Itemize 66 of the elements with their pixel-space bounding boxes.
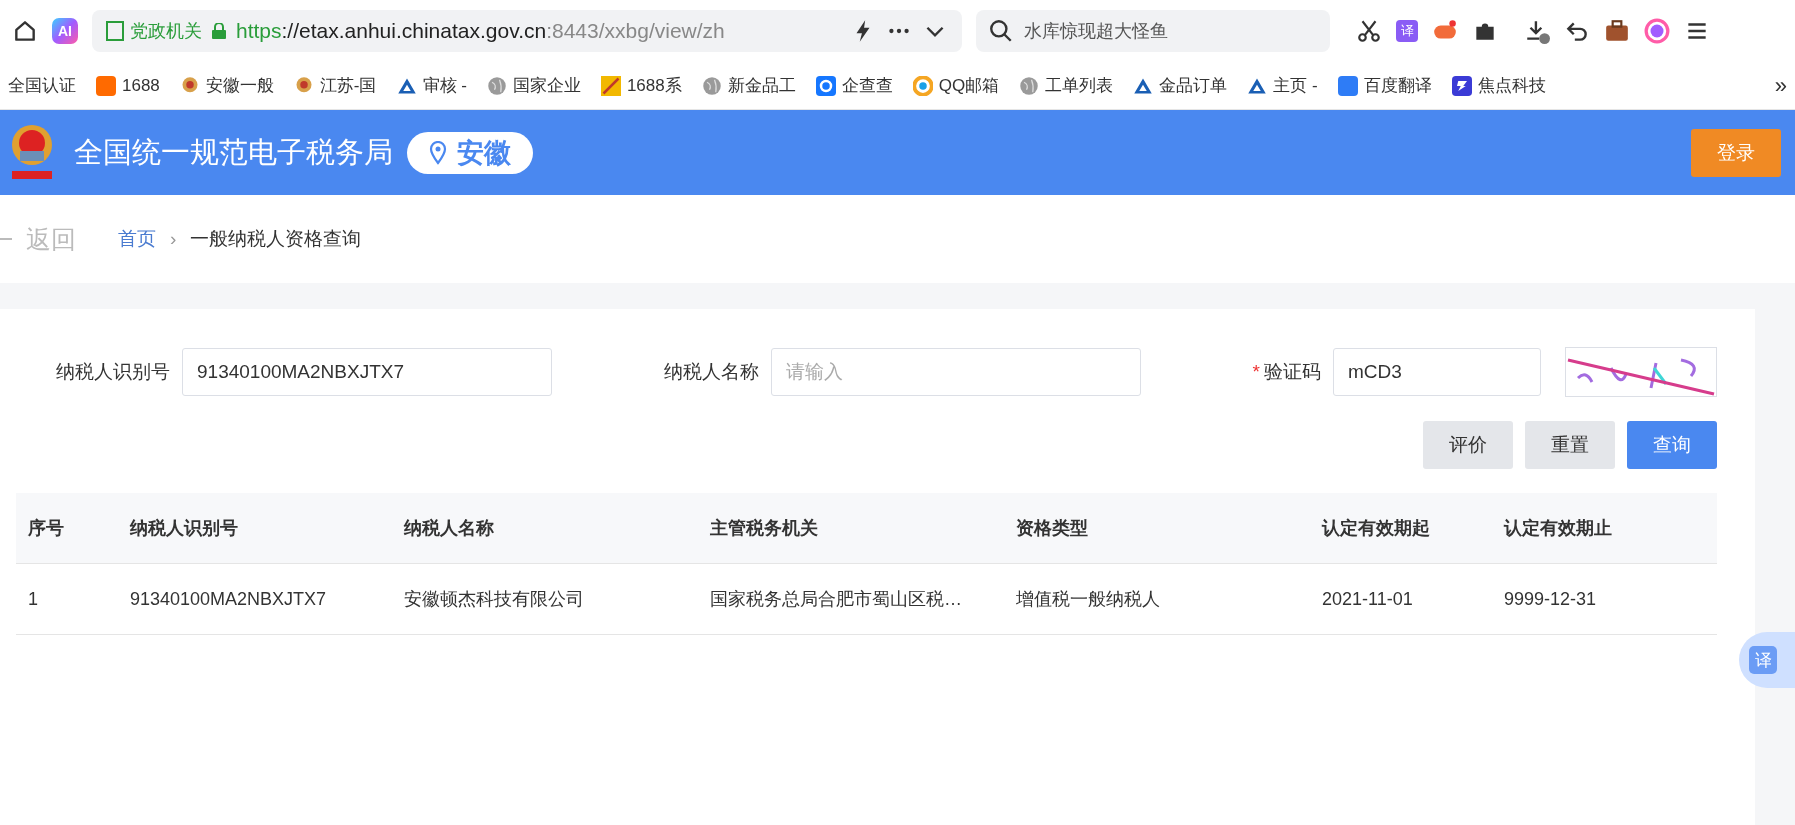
lock-icon — [212, 23, 226, 39]
column-header: 认定有效期起 — [1310, 493, 1492, 564]
bookmark-link[interactable]: 金品订单 — [1159, 74, 1228, 97]
briefcase-icon[interactable] — [1604, 18, 1630, 44]
bookmark-link[interactable]: 焦点科技 — [1477, 74, 1546, 97]
bookmark-icon — [1451, 75, 1472, 96]
home-link[interactable]: 首页 — [118, 226, 156, 252]
column-header: 纳税人名称 — [392, 493, 698, 564]
bookmark-link[interactable]: 1688 — [122, 75, 160, 96]
input-field[interactable]: 91340100MA2NBXJTX7 — [182, 348, 552, 396]
field-label: 纳税人识别号 — [56, 360, 170, 384]
table-cell: 增值税一般纳税人 — [1004, 563, 1310, 635]
ai-assistant-icon[interactable] — [1644, 18, 1670, 44]
bookmark-icon — [96, 75, 116, 96]
column-header: 主管税务机关 — [698, 493, 1004, 564]
translate-button[interactable]: 译 — [1396, 20, 1418, 42]
column-header: 纳税人识别号 — [118, 493, 392, 564]
globe-icon — [1019, 75, 1040, 96]
bookmark-link[interactable]: 审核 - — [422, 74, 467, 97]
search-text: 水库惊现超大怪鱼 — [1024, 20, 1168, 43]
flag-icon — [600, 75, 621, 96]
bookmark-link[interactable]: 百度翻译 — [1363, 74, 1432, 97]
search-field[interactable]: 水库惊现超大怪鱼 — [976, 10, 1330, 52]
bookmark-link[interactable]: QQ邮箱 — [938, 74, 1000, 97]
captcha-image[interactable] — [1565, 347, 1717, 397]
table-cell: 安徽顿杰科技有限公司 — [392, 563, 698, 635]
location-pin-icon — [429, 140, 447, 165]
bookmark-link[interactable]: 全国认证 — [8, 74, 76, 97]
globe-icon — [701, 75, 722, 96]
current-page: 一般纳税人资格查询 — [190, 227, 362, 251]
globe-icon — [486, 75, 507, 96]
input-field[interactable]: mCD3 — [1333, 348, 1541, 396]
input-field[interactable]: 请输入 — [770, 348, 1141, 396]
column-header: 序号 — [16, 493, 118, 564]
bookmark-link[interactable]: 主页 - — [1273, 74, 1318, 97]
action-button[interactable]: 评价 — [1423, 421, 1513, 469]
bookmark-link[interactable]: 新金品工 — [727, 74, 796, 97]
bookmark-icon — [912, 75, 933, 96]
bookmark-link[interactable]: 国家企业 — [512, 74, 581, 97]
table-cell: 9999-12-31 — [1492, 563, 1717, 635]
site-title: 全国统一规范电子税务局 — [74, 134, 393, 170]
bookmark-link[interactable]: 1688系 — [626, 74, 682, 97]
table-cell: 2021-11-01 — [1310, 563, 1492, 635]
more-bookmarks-button[interactable]: » — [1774, 72, 1787, 99]
bookmark-link[interactable]: 江苏-国 — [319, 74, 377, 97]
site-tag: 党政机关 — [130, 19, 202, 43]
breadcrumb-separator: › — [170, 228, 177, 250]
search-icon — [988, 18, 1014, 44]
table-cell: 1 — [16, 563, 118, 635]
bookmark-link[interactable]: 工单列表 — [1045, 74, 1114, 97]
table-cell: 国家税务总局合肥市蜀山区税… — [698, 563, 1004, 635]
address-bar[interactable]: 党政机关 https://etax.anhui.chinatax.gov.cn:8443/xxbg/view/zh — [92, 10, 962, 52]
column-header: 认定有效期止 — [1492, 493, 1717, 564]
url-text: https://etax.anhui.chinatax.gov.cn:8443/xxbg/view/zh — [236, 19, 726, 43]
download-icon[interactable] — [1524, 18, 1550, 44]
column-header: 资格类型 — [1004, 493, 1310, 564]
table-cell: 91340100MA2NBXJTX7 — [118, 563, 392, 635]
field-label: 纳税人名称 — [663, 360, 759, 384]
action-button[interactable]: 重置 — [1525, 421, 1615, 469]
scissors-icon[interactable] — [1356, 18, 1382, 44]
bookmark-link[interactable]: 企查查 — [841, 74, 893, 97]
bookmark-icon — [815, 75, 836, 96]
field-label: * 验证码 — [1252, 360, 1321, 384]
bookmark-link[interactable]: 安徽一般 — [205, 74, 274, 97]
ai-logo[interactable]: AI — [52, 18, 78, 44]
home-icon[interactable] — [12, 18, 38, 44]
